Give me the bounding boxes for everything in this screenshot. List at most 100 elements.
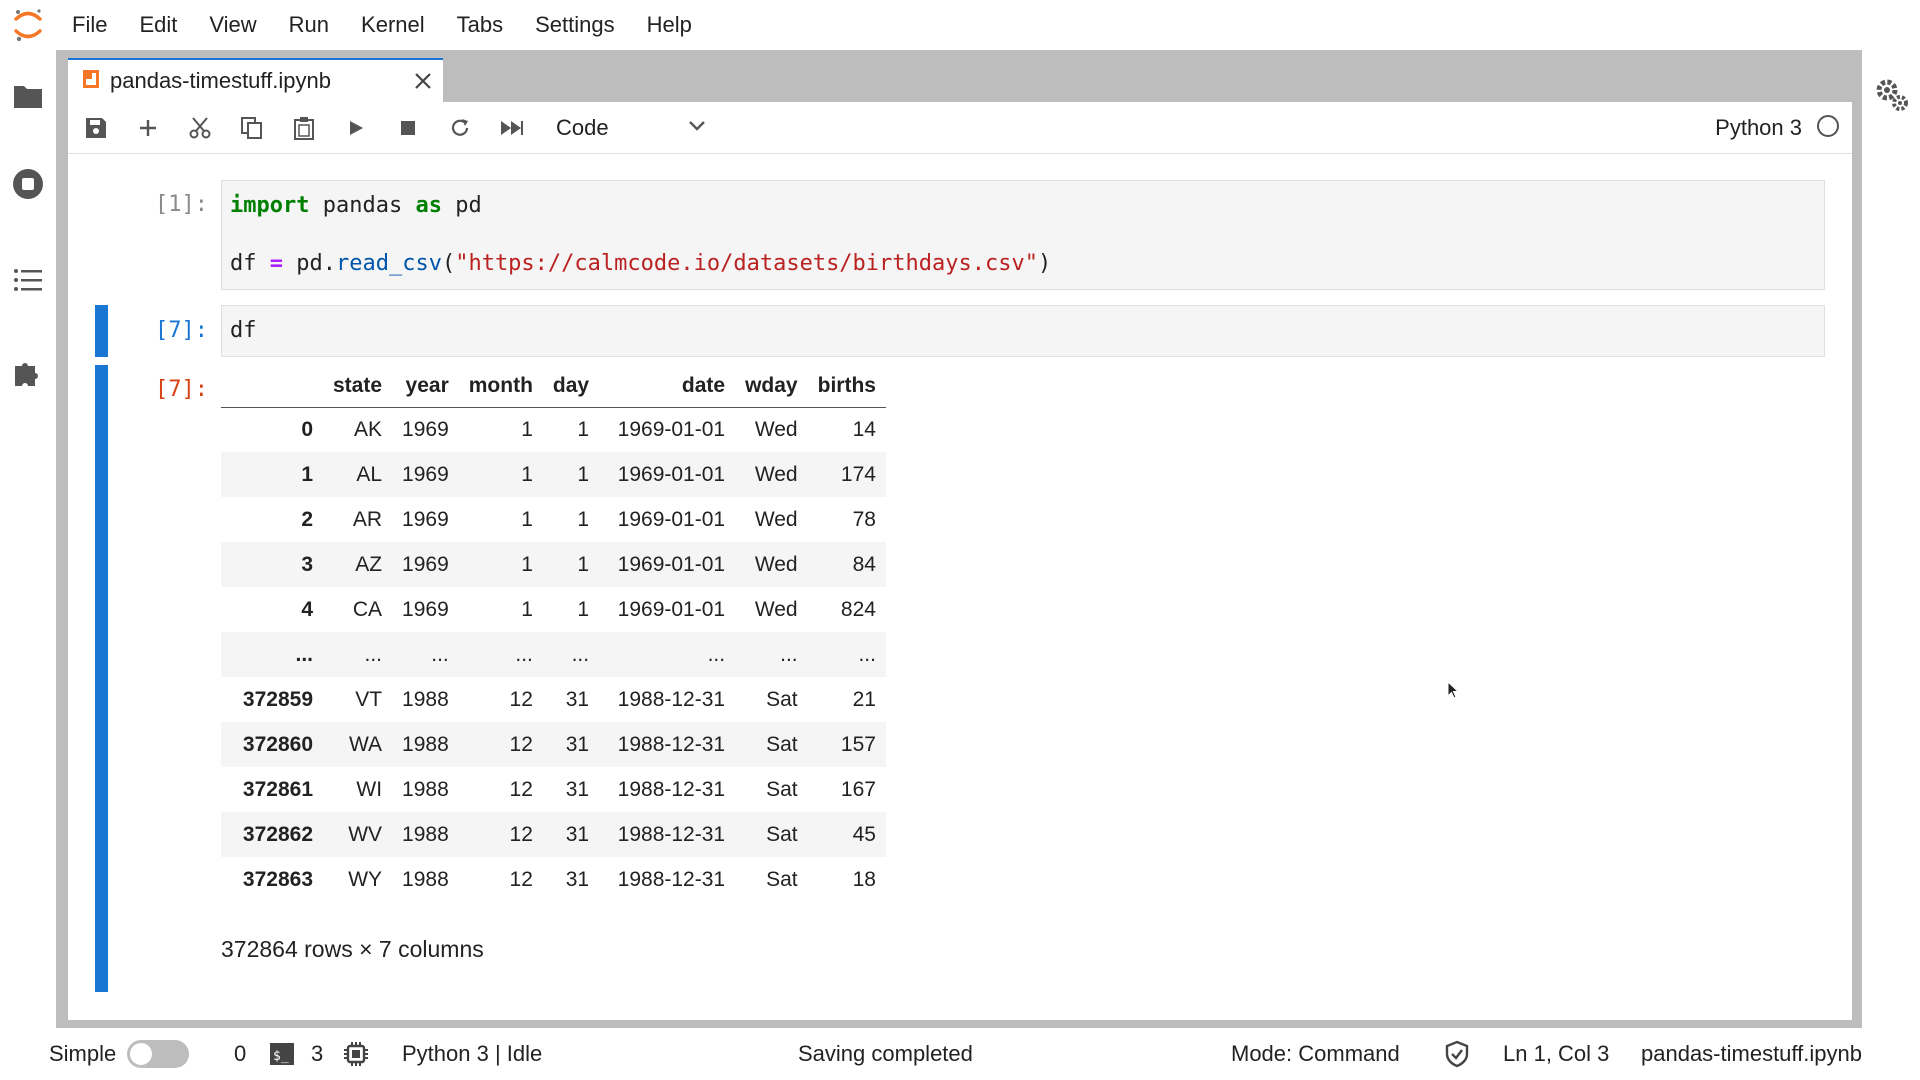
table-cell: VT [355, 687, 383, 711]
table-cell: ... [780, 642, 798, 666]
add-cell-icon[interactable] [122, 102, 174, 154]
module-name: pandas [309, 193, 416, 218]
function-name: read_csv [335, 251, 442, 276]
cut-icon[interactable] [174, 102, 226, 154]
code-editor[interactable]: df [221, 305, 1825, 357]
table-cell: Wed [754, 462, 798, 486]
table-cell: 1 [577, 462, 590, 486]
row-index-cell: 372859 [242, 687, 313, 711]
keyword: import [230, 193, 310, 218]
kernels-count-value: 3 [311, 1041, 324, 1066]
menu-view[interactable]: View [193, 0, 272, 50]
table-cell: 1969-01-01 [617, 597, 726, 621]
table-row: 2 AR 1969 1 1 1969-01-01 Wed 78 [221, 497, 886, 542]
close-icon[interactable] [403, 61, 443, 101]
table-cell: Wed [754, 507, 798, 531]
run-all-icon[interactable] [486, 102, 538, 154]
table-cell: 31 [565, 687, 590, 711]
shield-check-icon[interactable] [1444, 1028, 1470, 1080]
kernel-status-text: Python 3 | Idle [402, 1041, 543, 1066]
row-index-cell: 372860 [242, 732, 313, 756]
menu-tabs[interactable]: Tabs [441, 0, 519, 50]
table-cell: 1988-12-31 [617, 777, 726, 801]
input-prompt: [7]: [155, 318, 208, 343]
menu-kernel[interactable]: Kernel [345, 0, 441, 50]
alias-name: pd [441, 193, 482, 218]
kernel-indicator[interactable]: Python 3 [1715, 102, 1840, 154]
dataframe-table: state year month day date wday births 0 A… [221, 365, 886, 902]
menu-edit[interactable]: Edit [123, 0, 193, 50]
table-cell: 84 [852, 552, 876, 576]
save-icon[interactable] [70, 102, 122, 154]
row-index-cell: 2 [301, 507, 313, 531]
menu-help[interactable]: Help [631, 0, 708, 50]
mode-indicator[interactable]: Mode: Command [1231, 1028, 1400, 1080]
table-cell: CA [352, 597, 383, 621]
table-cell: ... [431, 642, 449, 666]
table-cell: 1969-01-01 [617, 507, 726, 531]
table-cell: 1969-01-01 [617, 462, 726, 486]
table-row: 372863 WY 1988 12 31 1988-12-31 Sat 18 [221, 857, 886, 902]
table-of-contents-icon[interactable] [8, 260, 48, 300]
stop-icon[interactable] [382, 102, 434, 154]
tab-notebook[interactable]: pandas-timestuff.ipynb [68, 58, 443, 102]
running-stop-icon[interactable] [8, 164, 48, 204]
table-cell: 1 [521, 597, 533, 621]
menu-settings[interactable]: Settings [519, 0, 631, 50]
cell-type-dropdown[interactable]: Code [556, 108, 706, 148]
toggle-switch[interactable] [127, 1040, 189, 1068]
cursor-position[interactable]: Ln 1, Col 3 [1503, 1028, 1609, 1080]
menu-run[interactable]: Run [273, 0, 345, 50]
status-message: Saving completed [798, 1028, 973, 1080]
folder-icon[interactable] [8, 76, 48, 116]
input-prompt: [1]: [155, 192, 208, 217]
kernel-status[interactable]: Python 3 | Idle [402, 1028, 542, 1080]
terminals-count[interactable]: 0 [234, 1028, 246, 1080]
table-cell: 31 [565, 867, 590, 891]
restart-icon[interactable] [434, 102, 486, 154]
table-cell: 1 [577, 507, 590, 531]
table-cell: 21 [852, 687, 876, 711]
paste-icon[interactable] [278, 102, 330, 154]
simple-mode-toggle[interactable] [127, 1028, 189, 1080]
table-cell: 167 [840, 777, 876, 801]
table-cell: ... [707, 642, 726, 666]
column-header: month [458, 365, 543, 408]
row-index-cell: 4 [301, 597, 313, 621]
table-cell: Wed [754, 552, 798, 576]
table-cell: 1969 [402, 507, 449, 531]
table-cell: 12 [509, 777, 533, 801]
operator: = [269, 251, 283, 276]
table-cell: 1969 [402, 597, 449, 621]
tab-label: pandas-timestuff.ipynb [110, 68, 331, 93]
code-editor[interactable]: import pandas as pd df = pd.read_csv("ht… [221, 180, 1825, 290]
right-sidebar [1862, 50, 1920, 1028]
kernel-chip-icon [343, 1028, 369, 1080]
svg-text:$_: $_ [273, 1049, 289, 1064]
table-cell: AR [352, 507, 383, 531]
table-row: 4 CA 1969 1 1 1969-01-01 Wed 824 [221, 587, 886, 632]
kernels-count[interactable]: 3 [311, 1028, 323, 1080]
menu-file[interactable]: File [56, 0, 123, 50]
output-prompt: [7]: [155, 377, 208, 402]
table-cell: 31 [565, 777, 590, 801]
run-icon[interactable] [330, 102, 382, 154]
menu-bar: File Edit View Run Kernel Tabs Settings … [0, 0, 1920, 50]
output-collapser[interactable] [95, 365, 108, 992]
table-cell: 12 [509, 822, 533, 846]
table-cell: Sat [766, 687, 798, 711]
property-inspector-gears-icon[interactable] [1872, 75, 1912, 115]
extension-puzzle-icon[interactable] [8, 353, 48, 393]
notebook-toolbar: Code Python 3 [68, 102, 1852, 154]
copy-icon[interactable] [226, 102, 278, 154]
table-cell: 31 [565, 732, 590, 756]
table-cell: 1988-12-31 [617, 687, 726, 711]
status-filename[interactable]: pandas-timestuff.ipynb [1641, 1028, 1862, 1080]
table-cell: 1988 [402, 822, 449, 846]
jupyter-logo-icon [0, 0, 56, 50]
chevron-down-icon [688, 119, 706, 137]
table-cell: 1 [521, 417, 533, 441]
table-cell: 1969 [402, 417, 449, 441]
code-line: df [230, 318, 257, 343]
table-cell: 1 [521, 507, 533, 531]
